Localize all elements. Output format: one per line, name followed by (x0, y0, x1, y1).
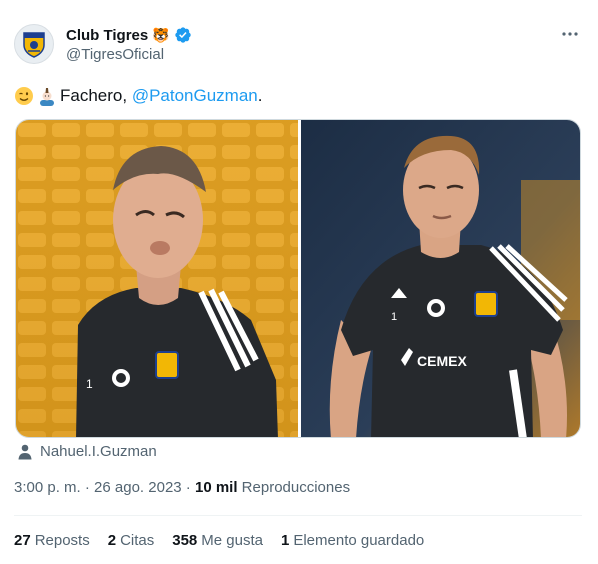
tweet-text: Fachero, @PatonGuzman . (14, 85, 262, 107)
tweet-meta: 3:00 p. m. · 26 ago. 2023 · 10 mil Repro… (14, 479, 350, 496)
tigres-crest-icon (23, 32, 45, 58)
quotes-count: 2 (107, 532, 117, 549)
photo-left[interactable]: 1 (16, 120, 298, 437)
likes-label: Me gusta (201, 532, 263, 549)
quotes-label: Citas (120, 532, 155, 549)
tweet-date[interactable]: 26 ago. 2023 (94, 479, 182, 496)
views-label: Reproducciones (237, 479, 351, 496)
left-jersey-number: 1 (86, 377, 93, 391)
reposts-stat[interactable]: 27 Reposts (14, 532, 90, 549)
bookmarks-stat[interactable]: 1 Elemento guardado (281, 532, 424, 549)
photo-right[interactable]: 1 CEMEX (301, 120, 580, 437)
man-with-mohawk-icon (40, 88, 54, 106)
winking-face-icon (15, 87, 33, 105)
author-handle[interactable]: @TigresOficial (66, 46, 164, 63)
tweet-time[interactable]: 3:00 p. m. (14, 479, 81, 496)
quotes-stat[interactable]: 2 Citas (108, 532, 155, 549)
reposts-count: 27 (14, 532, 31, 549)
tweet-text-suffix: . (257, 86, 263, 105)
tweet-text-prefix: Fachero, (60, 86, 132, 105)
person-icon (18, 444, 32, 459)
more-options-icon[interactable] (558, 22, 582, 46)
likes-count: 358 (172, 532, 198, 549)
media-grid[interactable]: 1 1 CEMEX (15, 119, 581, 438)
bookmarks-count: 1 (280, 532, 290, 549)
engagement-stats: 27 Reposts 2 Citas 358 Me gusta 1 Elemento g… (14, 532, 424, 549)
author-display-name[interactable]: Club Tigres (66, 27, 148, 44)
reposts-label: Reposts (34, 532, 90, 549)
author-name-row[interactable]: Club Tigres 🐯 (66, 26, 192, 44)
right-jersey-number: 1 (391, 311, 397, 323)
verified-badge-icon[interactable] (174, 26, 192, 44)
tiger-emoji-icon: 🐯 (152, 27, 170, 43)
likes-stat[interactable]: 358 Me gusta (172, 532, 263, 549)
tagged-people[interactable]: Nahuel.I.Guzman (18, 443, 157, 460)
divider (14, 515, 582, 516)
tagged-user-name[interactable]: Nahuel.I.Guzman (40, 443, 157, 460)
tweet-card: Club Tigres 🐯 @TigresOficial Fachero, @P… (0, 0, 598, 564)
avatar[interactable] (14, 24, 54, 64)
mention-link[interactable]: @PatonGuzman (132, 85, 258, 107)
meta-separator-2: · (181, 479, 195, 496)
meta-separator: · (80, 479, 95, 496)
bookmarks-label: Elemento guardado (293, 532, 425, 549)
views-count: 10 mil (194, 479, 238, 496)
cemex-sponsor-text: CEMEX (417, 353, 467, 369)
